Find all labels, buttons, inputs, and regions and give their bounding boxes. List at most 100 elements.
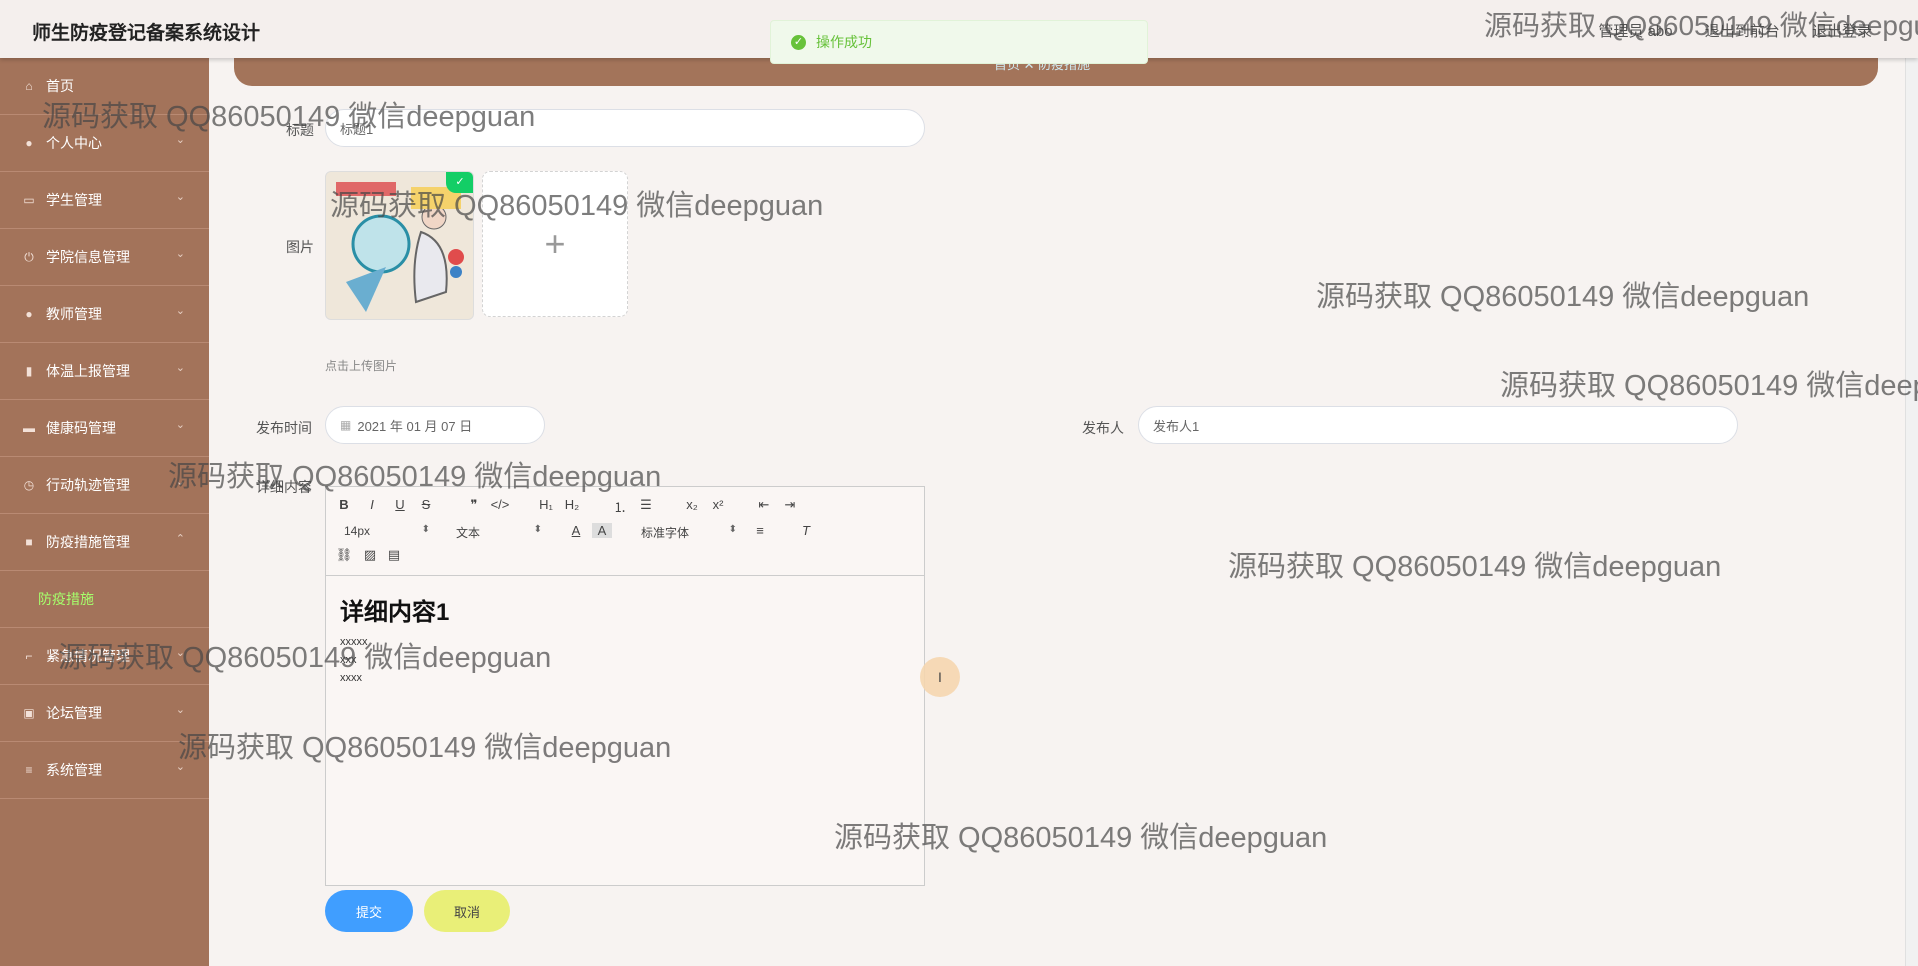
content-heading: 详细内容1 (340, 599, 450, 626)
back-to-frontend-link[interactable]: 退出到前台 (1705, 23, 1780, 40)
background-color-icon[interactable]: A (592, 523, 612, 538)
underline-icon[interactable]: U (390, 497, 410, 512)
upload-success-badge: ✓ (446, 172, 473, 193)
image-label: 图片 (286, 239, 314, 255)
sidebar-item-label: 个人中心 (46, 135, 102, 151)
toast-message: 操作成功 (816, 34, 872, 50)
sidebar-item-students[interactable]: ▭ 学生管理 ⌄ (0, 172, 209, 229)
crop-icon: ⌐ (25, 649, 33, 663)
editor-toolbar: B I U S ❞ </> H₁ H₂ ⒈ ☰ x₂ x² ⇤ ⇥ 14px 文… (326, 487, 924, 576)
sidebar-item-measures[interactable]: ■ 防疫措施管理 ⌃ (0, 514, 209, 571)
video-icon[interactable]: ▤ (384, 547, 404, 563)
sidebar-item-label: 首页 (46, 78, 74, 94)
blockquote-icon[interactable]: ❞ (464, 497, 484, 513)
publish-time-label: 发布时间 (256, 420, 312, 436)
chevron-down-icon: ⌄ (175, 476, 185, 488)
sidebar-item-label: 学院信息管理 (46, 249, 130, 265)
bar-chart-icon: ▮ (25, 364, 33, 378)
bullet-list-icon[interactable]: ☰ (636, 497, 656, 513)
content-line: xxx (340, 654, 357, 666)
watermark: 源码获取 QQ86050149 微信deepguan (1500, 370, 1918, 402)
sidebar-item-home[interactable]: ⌂ 首页 (0, 58, 209, 115)
publisher-input[interactable]: 发布人1 (1138, 406, 1738, 444)
font-size-select[interactable]: 14px (344, 524, 430, 538)
link-icon[interactable]: ⛓ (334, 547, 354, 563)
align-icon[interactable]: ≡ (750, 523, 770, 538)
sidebar-item-profile[interactable]: ● 个人中心 ⌄ (0, 115, 209, 172)
chevron-down-icon: ⌄ (175, 134, 185, 146)
poster-image (326, 172, 473, 319)
ordered-list-icon[interactable]: ⒈ (610, 497, 630, 516)
italic-icon[interactable]: I (362, 497, 382, 512)
sidebar-item-emergency[interactable]: ⌐ 紧急情况管理 ⌄ (0, 628, 209, 685)
indent-icon[interactable]: ⇥ (780, 497, 800, 513)
publish-time-input[interactable]: ▦ 2021 年 01 月 07 日 (325, 406, 545, 444)
rich-text-editor[interactable]: B I U S ❞ </> H₁ H₂ ⒈ ☰ x₂ x² ⇤ ⇥ 14px 文… (325, 486, 925, 886)
header2-icon[interactable]: H₂ (562, 497, 582, 512)
content-label: 详细内容 (256, 479, 312, 495)
student-icon: ▭ (23, 193, 35, 207)
sidebar-item-label: 学生管理 (46, 192, 102, 208)
bold-icon[interactable]: B (334, 497, 354, 512)
admin-user-link[interactable]: 管理员 abo (1598, 23, 1672, 40)
calendar-icon: ▦ (340, 418, 352, 432)
title-input[interactable]: 标题1 (325, 109, 925, 147)
chevron-down-icon: ⌄ (175, 761, 185, 773)
font-color-icon[interactable]: A (566, 523, 586, 538)
sidebar-item-label: 行动轨迹管理 (46, 477, 130, 493)
menu-icon: ≡ (25, 763, 33, 777)
uploaded-image-thumbnail[interactable]: ✓ (325, 171, 474, 320)
header-select[interactable]: 文本 (456, 524, 542, 541)
header1-icon[interactable]: H₁ (536, 497, 556, 512)
sidebar-item-college[interactable]: ⏻ 学院信息管理 ⌄ (0, 229, 209, 286)
success-toast: ✓ 操作成功 (770, 20, 1148, 64)
sidebar-item-label: 论坛管理 (46, 705, 102, 721)
sidebar-item-label: 健康码管理 (46, 420, 116, 436)
chevron-down-icon: ⌄ (175, 305, 185, 317)
image-icon[interactable]: ▨ (360, 547, 380, 563)
watermark: 源码获取 QQ86050149 微信deepguan (1228, 551, 1722, 583)
home-icon: ⌂ (25, 79, 33, 93)
subscript-icon[interactable]: x₂ (682, 497, 702, 512)
clear-format-icon[interactable]: T (796, 523, 816, 538)
sidebar-subitem-measures[interactable]: 防疫措施 (0, 571, 209, 628)
superscript-icon[interactable]: x² (708, 497, 728, 512)
sidebar-item-label: 教师管理 (46, 306, 102, 322)
chevron-down-icon: ⌄ (175, 248, 185, 260)
sidebar-item-label: 体温上报管理 (46, 363, 130, 379)
sidebar-item-label: 防疫措施管理 (46, 534, 130, 550)
forum-icon: ▣ (23, 706, 35, 720)
sidebar-item-temperature[interactable]: ▮ 体温上报管理 ⌄ (0, 343, 209, 400)
sidebar-item-trajectory[interactable]: ◷ 行动轨迹管理 ⌄ (0, 457, 209, 514)
teacher-icon: ● (25, 307, 33, 321)
publish-time-value: 2021 年 01 月 07 日 (357, 418, 473, 434)
content-line: xxxxx (340, 636, 368, 648)
user-icon: ● (25, 136, 33, 150)
scrollbar[interactable] (1905, 58, 1918, 966)
cancel-button[interactable]: 取消 (424, 890, 510, 932)
clock-icon: ◷ (23, 478, 35, 492)
sidebar-item-forum[interactable]: ▣ 论坛管理 ⌄ (0, 685, 209, 742)
editor-content[interactable]: 详细内容1 xxxxx xxx xxxx (326, 576, 924, 701)
strike-icon[interactable]: S (416, 497, 436, 512)
content-line: xxxx (340, 672, 362, 684)
outdent-icon[interactable]: ⇤ (754, 497, 774, 513)
add-image-button[interactable]: + (482, 171, 628, 317)
watermark: 源码获取 QQ86050149 微信deepguan (1316, 281, 1810, 313)
chevron-down-icon: ⌄ (175, 419, 185, 431)
chevron-up-icon: ⌃ (175, 533, 185, 545)
sidebar-item-label: 紧急情况管理 (46, 648, 130, 664)
text-cursor-indicator: I (920, 657, 960, 697)
publisher-value: 发布人1 (1153, 418, 1200, 434)
briefcase-icon: ▬ (23, 421, 35, 435)
logout-link[interactable]: 退出登录 (1812, 23, 1872, 40)
sidebar-item-healthcode[interactable]: ▬ 健康码管理 ⌄ (0, 400, 209, 457)
sidebar: ⌂ 首页 ● 个人中心 ⌄ ▭ 学生管理 ⌄ ⏻ 学院信息管理 ⌄ ● 教师管理… (0, 58, 209, 966)
code-block-icon[interactable]: </> (490, 497, 510, 512)
font-family-select[interactable]: 标准字体 (641, 524, 737, 541)
sidebar-item-teachers[interactable]: ● 教师管理 ⌄ (0, 286, 209, 343)
submit-button[interactable]: 提交 (325, 890, 413, 932)
sidebar-item-system[interactable]: ≡ 系统管理 ⌄ (0, 742, 209, 799)
power-icon: ⏻ (24, 249, 34, 264)
plus-icon: + (544, 223, 566, 264)
